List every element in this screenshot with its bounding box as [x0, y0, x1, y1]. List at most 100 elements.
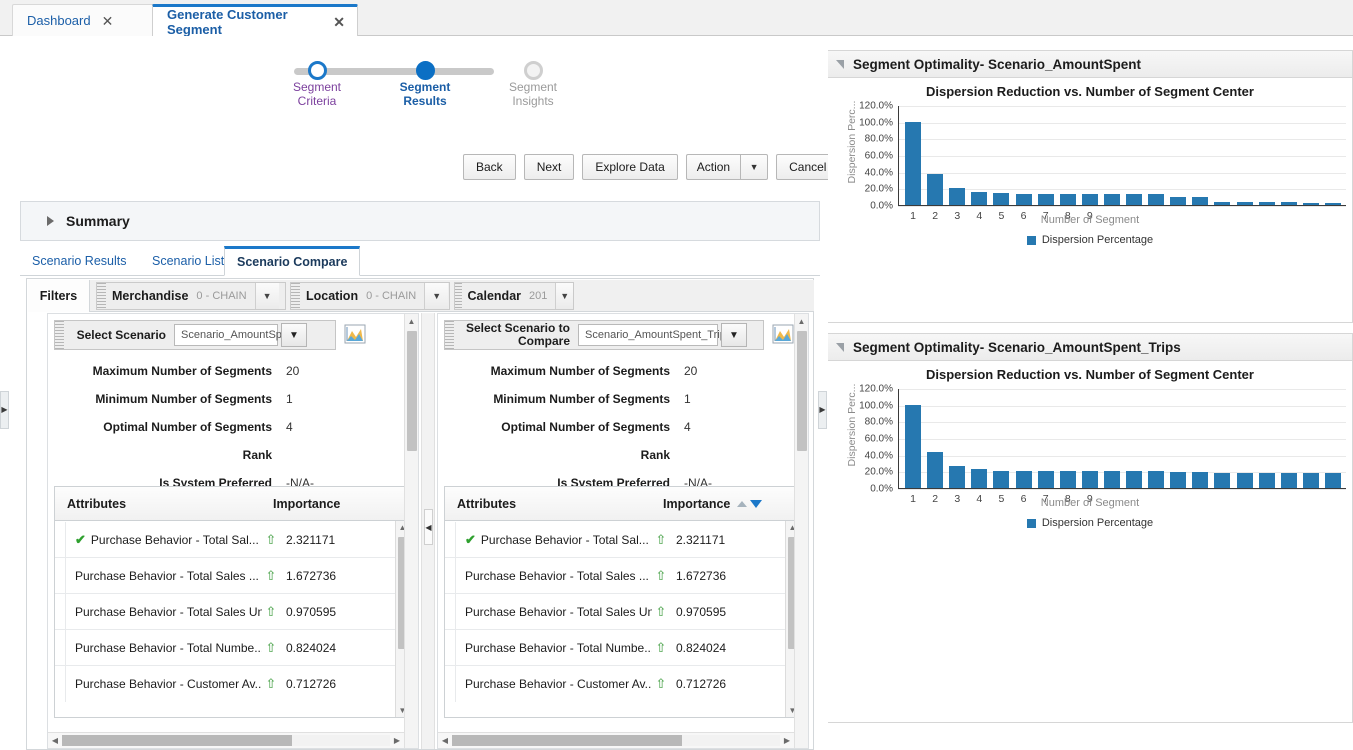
row-selector-cell[interactable]	[55, 521, 66, 558]
chart-bar[interactable]	[971, 191, 988, 205]
chart-bar[interactable]	[1302, 473, 1319, 488]
select-scenario-input[interactable]: Scenario_AmountSpent	[174, 324, 297, 346]
row-selector-cell[interactable]	[445, 557, 456, 594]
chart-bar[interactable]	[905, 404, 921, 488]
sort-ascending-icon[interactable]	[737, 501, 748, 507]
sort-descending-icon[interactable]	[750, 500, 763, 508]
drag-handle-icon[interactable]	[445, 321, 454, 349]
scroll-up-icon[interactable]: ▲	[405, 314, 418, 328]
scrollbar-thumb[interactable]	[452, 735, 682, 746]
row-selector-cell[interactable]	[55, 593, 66, 630]
scroll-right-icon[interactable]: ▶	[780, 736, 794, 745]
chart-bar[interactable]	[1126, 194, 1142, 205]
tab-scenario-compare[interactable]: Scenario Compare	[224, 246, 361, 276]
table-row[interactable]: Purchase Behavior - Total Sales ... ⇧ 1.…	[445, 557, 785, 594]
chart-bar[interactable]	[1170, 472, 1187, 488]
scroll-right-icon[interactable]: ▶	[390, 736, 404, 745]
row-selector-cell[interactable]	[445, 629, 456, 666]
column-header-attributes[interactable]: Attributes	[67, 487, 126, 521]
next-button[interactable]: Next	[523, 154, 575, 180]
scrollbar-track[interactable]	[452, 735, 780, 746]
action-split-button[interactable]: Action ▼	[685, 154, 769, 180]
chart-bar[interactable]	[1148, 194, 1165, 205]
close-icon[interactable]: ✕	[100, 14, 116, 28]
scrollbar-track[interactable]	[62, 735, 390, 746]
browser-tab-dashboard[interactable]: Dashboard ✕	[12, 4, 155, 36]
chart-bar[interactable]	[1059, 470, 1076, 488]
drag-handle-icon[interactable]	[291, 283, 300, 309]
tab-scenario-results[interactable]: Scenario Results	[20, 246, 139, 276]
chart-bar[interactable]	[1280, 473, 1297, 488]
table-row[interactable]: ✔ Purchase Behavior - Total Sal... ⇧ 2.3…	[55, 521, 395, 558]
train-step-label-segment-criteria[interactable]: Segment Criteria	[262, 80, 372, 108]
chevron-down-icon[interactable]: ▼	[740, 154, 769, 180]
filter-chip-calendar[interactable]: Calendar 201 ▼	[454, 282, 574, 310]
scrollbar-thumb[interactable]	[62, 735, 292, 746]
scrollbar-thumb[interactable]	[407, 331, 417, 451]
chart-bar[interactable]	[1192, 472, 1209, 488]
column-header-importance[interactable]: Importance	[663, 487, 763, 521]
filter-chip-merchandise[interactable]: Merchandise 0 - CHAIN ▼	[96, 282, 286, 310]
select-scenario-to-compare-input[interactable]: Scenario_AmountSpent_Trips	[578, 324, 731, 346]
chart-bar[interactable]	[1015, 470, 1032, 488]
collapse-triangle-icon[interactable]	[836, 59, 844, 69]
chart-bar[interactable]	[1081, 194, 1098, 205]
chart-bar[interactable]	[993, 193, 1010, 205]
chevron-down-icon[interactable]: ▼	[254, 283, 279, 309]
chart-icon[interactable]	[772, 324, 794, 344]
chart-bar[interactable]	[1015, 194, 1032, 205]
chart-bar[interactable]	[1214, 201, 1231, 205]
chart-bar[interactable]	[1324, 202, 1341, 205]
chart-bar[interactable]	[993, 470, 1010, 488]
row-selector-cell[interactable]	[445, 593, 456, 630]
train-step-label-segment-insights[interactable]: Segment Insights	[478, 80, 588, 108]
panel-header[interactable]: Segment Optimality- Scenario_AmountSpent…	[828, 333, 1353, 361]
action-button[interactable]: Action	[685, 154, 741, 180]
collapse-triangle-icon[interactable]	[836, 342, 844, 352]
pane-horizontal-scrollbar[interactable]: ◀ ▶	[48, 732, 404, 748]
tab-scenario-list[interactable]: Scenario List	[140, 246, 236, 276]
chart-bar[interactable]	[1258, 473, 1275, 488]
chart-bar[interactable]	[1214, 473, 1231, 488]
pane-horizontal-scrollbar[interactable]: ◀ ▶	[438, 732, 794, 748]
browser-tab-generate-customer-segment[interactable]: Generate Customer Segment ✕	[152, 4, 358, 37]
close-icon[interactable]: ✕	[331, 15, 347, 29]
pane-vertical-scrollbar[interactable]: ▲	[404, 314, 418, 748]
table-row[interactable]: Purchase Behavior - Total Sales ... ⇧ 1.…	[55, 557, 395, 594]
chart-bar[interactable]	[905, 121, 921, 205]
chart-bar[interactable]	[1236, 201, 1253, 205]
chart-bar[interactable]	[971, 468, 988, 488]
chart-bar[interactable]	[1081, 470, 1098, 488]
chart-bar[interactable]	[927, 174, 944, 205]
row-selector-cell[interactable]	[55, 666, 66, 702]
chart-bar[interactable]	[1037, 194, 1054, 205]
filters-label[interactable]: Filters	[28, 280, 90, 312]
chart-bar[interactable]	[1103, 194, 1120, 205]
chevron-down-icon[interactable]: ▼	[281, 323, 307, 347]
chart-bar[interactable]	[1126, 471, 1142, 488]
scroll-up-icon[interactable]: ▲	[795, 314, 808, 328]
table-row[interactable]: Purchase Behavior - Customer Av... ⇧ 0.7…	[55, 666, 395, 702]
pane-vertical-scrollbar[interactable]: ▲	[794, 314, 808, 748]
chart-bar[interactable]	[1170, 196, 1187, 205]
table-row[interactable]: Purchase Behavior - Total Numbe... ⇧ 0.8…	[55, 629, 395, 666]
summary-disclosure-panel[interactable]: Summary	[20, 201, 820, 241]
scroll-left-icon[interactable]: ◀	[48, 736, 62, 745]
chart-bar[interactable]	[1148, 471, 1165, 488]
table-row[interactable]: Purchase Behavior - Total Sales Unit ⇧ 0…	[445, 593, 785, 630]
chart-bar[interactable]	[1059, 194, 1076, 205]
chart-bar[interactable]	[1324, 473, 1341, 488]
sort-indicator[interactable]	[737, 500, 763, 508]
row-selector-cell[interactable]	[445, 666, 456, 702]
chart-icon[interactable]	[344, 324, 366, 344]
row-selector-cell[interactable]	[55, 557, 66, 594]
drag-handle-icon[interactable]	[55, 321, 64, 349]
scrollbar-thumb[interactable]	[797, 331, 807, 451]
chart-bar[interactable]	[1103, 470, 1120, 488]
drag-handle-icon[interactable]	[455, 283, 462, 309]
chart-bar[interactable]	[1302, 202, 1319, 205]
scroll-left-icon[interactable]: ◀	[438, 736, 452, 745]
column-header-importance[interactable]: Importance	[273, 487, 340, 521]
chevron-down-icon[interactable]: ▼	[424, 283, 449, 309]
splitter-collapse-handle[interactable]: ◀	[424, 509, 433, 545]
